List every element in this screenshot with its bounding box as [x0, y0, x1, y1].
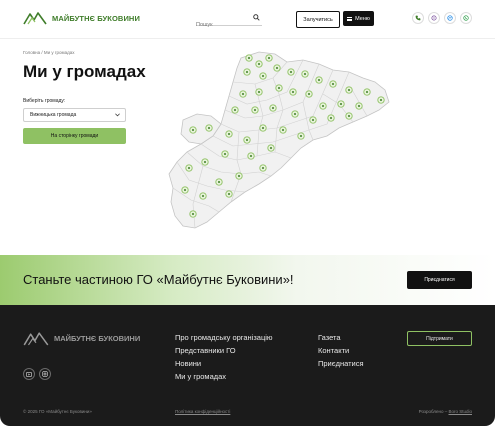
- search-input[interactable]: [196, 22, 248, 28]
- community-marker-dot: [272, 107, 274, 109]
- developer-credit: Розроблено – Boro Studio: [419, 409, 472, 414]
- community-marker-dot: [318, 79, 320, 81]
- footer-link-about[interactable]: Про громадську організацію: [175, 333, 273, 342]
- community-marker-dot: [276, 67, 278, 69]
- communities-map: [168, 51, 390, 229]
- community-marker-dot: [234, 109, 236, 111]
- messenger-icon[interactable]: [444, 12, 456, 24]
- select-label: Виберіть громаду:: [23, 98, 66, 104]
- community-marker-dot: [192, 129, 194, 131]
- page-title: Ми у громадах: [23, 62, 146, 81]
- community-marker-dot: [224, 153, 226, 155]
- footer-logo[interactable]: МАЙБУТНЄ БУКОВИНИ: [23, 331, 140, 346]
- community-marker-dot: [292, 91, 294, 93]
- community-marker-dot: [308, 93, 310, 95]
- community-marker-dot: [348, 89, 350, 91]
- community-marker-dot: [270, 147, 272, 149]
- logo-text: МАЙБУТНЄ БУКОВИНИ: [52, 13, 140, 23]
- community-marker-dot: [304, 73, 306, 75]
- community-marker-dot: [348, 115, 350, 117]
- community-marker-dot: [246, 139, 248, 141]
- community-marker-dot: [254, 109, 256, 111]
- search-box: [196, 13, 262, 28]
- community-marker-dot: [330, 117, 332, 119]
- community-marker-dot: [208, 127, 210, 129]
- community-marker-dot: [250, 155, 252, 157]
- community-marker-dot: [228, 133, 230, 135]
- phone-icon[interactable]: [412, 12, 424, 24]
- footer-links-about: Про громадську організацію Представники …: [175, 333, 273, 381]
- footer-logo-text: МАЙБУТНЄ БУКОВИНИ: [54, 334, 141, 343]
- community-marker-dot: [242, 93, 244, 95]
- community-marker-dot: [258, 91, 260, 93]
- community-marker-dot: [358, 105, 360, 107]
- community-marker-dot: [380, 99, 382, 101]
- community-marker-dot: [258, 63, 260, 65]
- logo-mountains-icon: [23, 12, 47, 25]
- join-button[interactable]: Залучитись: [296, 11, 340, 28]
- community-marker-dot: [290, 71, 292, 73]
- whatsapp-icon[interactable]: [460, 12, 472, 24]
- viber-icon[interactable]: [428, 12, 440, 24]
- community-marker-dot: [340, 103, 342, 105]
- developer-prefix: Розроблено –: [418, 409, 449, 414]
- cta-text: Станьте частиною ГО «Майбутнє Буковини»!: [23, 272, 294, 287]
- copyright: © 2025 ГО «Майбутнє Буковини»: [23, 409, 92, 414]
- community-marker-dot: [300, 135, 302, 137]
- community-marker-dot: [278, 87, 280, 89]
- search-icon[interactable]: [253, 14, 260, 21]
- footer-link-contacts[interactable]: Контакти: [318, 346, 364, 355]
- privacy-policy-link[interactable]: Політика конфіденційності: [175, 409, 230, 414]
- community-marker-dot: [228, 193, 230, 195]
- menu-label: Меню: [355, 15, 370, 22]
- site-logo[interactable]: МАЙБУТНЄ БУКОВИНИ: [23, 11, 140, 25]
- instagram-icon[interactable]: [39, 368, 51, 380]
- community-marker-dot: [248, 57, 250, 59]
- footer-links-other: Газета Контакти Приєднатися: [318, 333, 364, 368]
- youtube-icon[interactable]: [23, 368, 35, 380]
- community-marker-dot: [268, 57, 270, 59]
- community-marker-dot: [312, 119, 314, 121]
- footer-link-news[interactable]: Новини: [175, 359, 273, 368]
- community-marker-dot: [262, 127, 264, 129]
- community-select-value: Вижницька громада: [30, 112, 77, 118]
- community-marker-dot: [204, 161, 206, 163]
- community-marker-dot: [332, 83, 334, 85]
- footer-link-newspaper[interactable]: Газета: [318, 333, 364, 342]
- header-socials: [412, 12, 472, 24]
- site-footer: МАЙБУТНЄ БУКОВИНИ Про громадську організ…: [0, 305, 495, 426]
- community-marker-dot: [322, 105, 324, 107]
- footer-link-communities[interactable]: Ми у громадах: [175, 372, 273, 381]
- community-marker-dot: [202, 195, 204, 197]
- community-marker-dot: [282, 129, 284, 131]
- footer-link-representatives[interactable]: Представники ГО: [175, 346, 273, 355]
- footer-link-join[interactable]: Приєднатися: [318, 359, 364, 368]
- community-marker-dot: [262, 75, 264, 77]
- developer-link[interactable]: Boro Studio: [448, 409, 472, 414]
- community-marker-dot: [218, 181, 220, 183]
- chevron-down-icon: [115, 113, 120, 117]
- page: МАЙБУТНЄ БУКОВИНИ Залучитись Меню: [0, 0, 495, 426]
- menu-button[interactable]: Меню: [343, 11, 374, 26]
- footer-socials: [23, 368, 51, 380]
- logo-mountains-icon: [23, 332, 49, 346]
- site-header: МАЙБУТНЄ БУКОВИНИ Залучитись Меню: [0, 0, 495, 39]
- community-select[interactable]: Вижницька громада: [23, 108, 126, 122]
- burger-icon: [347, 16, 353, 21]
- community-marker-dot: [192, 213, 194, 215]
- community-marker-dot: [294, 113, 296, 115]
- cta-banner: Станьте частиною ГО «Майбутнє Буковини»!…: [0, 255, 495, 305]
- support-button[interactable]: Підтримати: [407, 331, 472, 346]
- community-marker-dot: [366, 91, 368, 93]
- community-marker-dot: [262, 167, 264, 169]
- community-marker-dot: [184, 189, 186, 191]
- community-marker-dot: [238, 175, 240, 177]
- cta-join-button[interactable]: Приєднатися: [407, 271, 472, 289]
- community-marker-dot: [188, 167, 190, 169]
- go-to-community-button[interactable]: На сторінку громади: [23, 128, 126, 144]
- community-marker-dot: [246, 71, 248, 73]
- breadcrumb[interactable]: Головна / Ми у громадах: [23, 50, 74, 55]
